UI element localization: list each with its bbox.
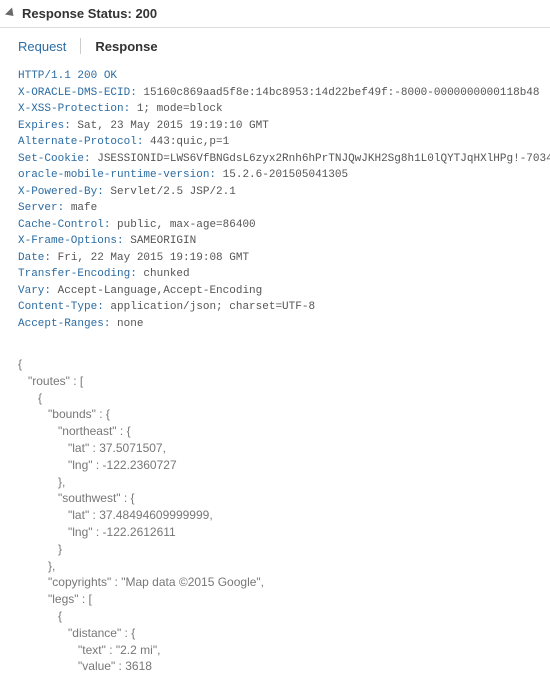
header-value: JSESSIONID=LWS6VfBNGdsL6zyx2Rnh6hPrTNJQw… <box>91 153 550 165</box>
tab-request[interactable]: Request <box>18 39 80 54</box>
header-line: Vary: Accept-Language,Accept-Encoding <box>18 283 532 300</box>
header-line: Server: mafe <box>18 200 532 217</box>
header-line: X-ORACLE-DMS-ECID: 15160c869aad5f8e:14bc… <box>18 85 532 102</box>
header-value: SAMEORIGIN <box>124 235 197 247</box>
header-value: public, max-age=86400 <box>110 219 255 231</box>
header-line: X-XSS-Protection: 1; mode=block <box>18 101 532 118</box>
header-value: 1; mode=block <box>130 103 222 115</box>
header-line: Date: Fri, 22 May 2015 19:19:08 GMT <box>18 250 532 267</box>
header-value: Fri, 22 May 2015 19:19:08 GMT <box>51 252 249 264</box>
header-key: X-Powered-By: <box>18 186 104 198</box>
header-key: Server: <box>18 202 64 214</box>
header-key: Vary: <box>18 285 51 297</box>
header-value: Servlet/2.5 JSP/2.1 <box>104 186 236 198</box>
header-value: 443:quic,p=1 <box>143 136 229 148</box>
tab-response[interactable]: Response <box>95 39 171 54</box>
header-key: X-XSS-Protection: <box>18 103 130 115</box>
header-key: Set-Cookie: <box>18 153 91 165</box>
header-line: Alternate-Protocol: 443:quic,p=1 <box>18 134 532 151</box>
panel-title: Response Status: 200 <box>22 6 157 21</box>
header-key: X-ORACLE-DMS-ECID: <box>18 87 137 99</box>
header-line: X-Frame-Options: SAMEORIGIN <box>18 233 532 250</box>
header-value: 15.2.6-201505041305 <box>216 169 348 181</box>
disclosure-triangle-icon[interactable] <box>5 7 17 19</box>
header-key: Alternate-Protocol: <box>18 136 143 148</box>
response-headers: HTTP/1.1 200 OK X-ORACLE-DMS-ECID: 15160… <box>0 64 550 340</box>
status-code: 200 <box>135 6 157 21</box>
header-value: none <box>110 318 143 330</box>
header-line: Cache-Control: public, max-age=86400 <box>18 217 532 234</box>
header-key: Cache-Control: <box>18 219 110 231</box>
header-key: Accept-Ranges: <box>18 318 110 330</box>
header-key: X-Frame-Options: <box>18 235 124 247</box>
header-line: Transfer-Encoding: chunked <box>18 266 532 283</box>
response-body: { "routes" : [ { "bounds" : { "northeast… <box>0 340 550 683</box>
status-line: HTTP/1.1 200 OK <box>18 68 532 85</box>
header-value: Accept-Language,Accept-Encoding <box>51 285 262 297</box>
header-line: Content-Type: application/json; charset=… <box>18 299 532 316</box>
tabs: Request Response <box>0 28 550 64</box>
header-value: application/json; charset=UTF-8 <box>104 301 315 313</box>
header-line: Accept-Ranges: none <box>18 316 532 333</box>
header-value: 15160c869aad5f8e:14bc8953:14d22bef49f:-8… <box>137 87 540 99</box>
panel-header[interactable]: Response Status: 200 <box>0 0 550 28</box>
header-key: oracle-mobile-runtime-version: <box>18 169 216 181</box>
header-value: mafe <box>64 202 97 214</box>
header-line: Set-Cookie: JSESSIONID=LWS6VfBNGdsL6zyx2… <box>18 151 532 168</box>
header-key: Content-Type: <box>18 301 104 313</box>
title-prefix: Response Status: <box>22 6 132 21</box>
tab-separator <box>80 38 81 54</box>
header-key: Expires: <box>18 120 71 132</box>
header-key: Transfer-Encoding: <box>18 268 137 280</box>
header-value: Sat, 23 May 2015 19:19:10 GMT <box>71 120 269 132</box>
header-line: X-Powered-By: Servlet/2.5 JSP/2.1 <box>18 184 532 201</box>
header-line: oracle-mobile-runtime-version: 15.2.6-20… <box>18 167 532 184</box>
header-value: chunked <box>137 268 190 280</box>
header-key: Date: <box>18 252 51 264</box>
response-panel: Response Status: 200 Request Response HT… <box>0 0 550 683</box>
header-line: Expires: Sat, 23 May 2015 19:19:10 GMT <box>18 118 532 135</box>
